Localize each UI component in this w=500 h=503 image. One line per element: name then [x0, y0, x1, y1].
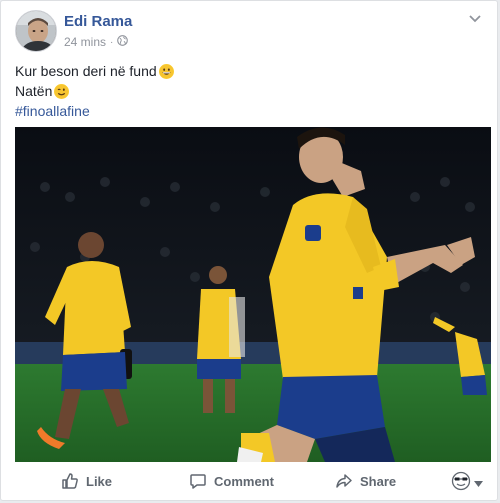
author-name[interactable]: Edi Rama: [64, 13, 132, 30]
post-text-line-2: Natën: [15, 83, 53, 99]
post-header: Edi Rama 24 mins ·: [15, 10, 483, 54]
post-card: Edi Rama 24 mins · Kur beson deri në fun…: [0, 0, 498, 501]
post-text-line: Kur beson deri në fund: [15, 61, 174, 81]
winking-face-emoji: [54, 83, 70, 99]
post-text-line-1: Kur beson deri në fund: [15, 63, 157, 79]
reaction-selector[interactable]: [451, 471, 483, 494]
reaction-face-icon: [451, 471, 471, 494]
author-avatar[interactable]: [15, 10, 57, 52]
comment-icon: [189, 472, 207, 490]
chevron-down-icon[interactable]: [467, 12, 483, 26]
post-photo[interactable]: [15, 127, 491, 462]
comment-label: Comment: [214, 473, 274, 489]
post-text: Kur beson deri në fund Natën #finoallafi…: [15, 61, 174, 121]
post-timestamp[interactable]: 24 mins: [64, 35, 106, 49]
post-actions-bar: Like Comment Share: [15, 462, 483, 500]
hashtag-link[interactable]: #finoallafine: [15, 101, 90, 121]
share-button[interactable]: Share: [335, 472, 396, 490]
photo-image: [15, 127, 491, 462]
comment-button[interactable]: Comment: [189, 472, 274, 490]
share-label: Share: [360, 473, 397, 489]
grinning-face-emoji: [158, 63, 174, 79]
like-button[interactable]: Like: [61, 472, 112, 490]
globe-icon[interactable]: [117, 35, 129, 49]
post-text-line: Natën: [15, 81, 174, 101]
post-meta: 24 mins ·: [64, 35, 129, 49]
chevron-down-icon: [474, 475, 483, 490]
avatar-photo: [16, 11, 56, 51]
share-arrow-icon: [335, 472, 353, 490]
thumbs-up-icon: [61, 472, 79, 490]
post-text-line: #finoallafine: [15, 101, 174, 121]
like-label: Like: [86, 473, 113, 489]
meta-separator: ·: [110, 36, 114, 48]
